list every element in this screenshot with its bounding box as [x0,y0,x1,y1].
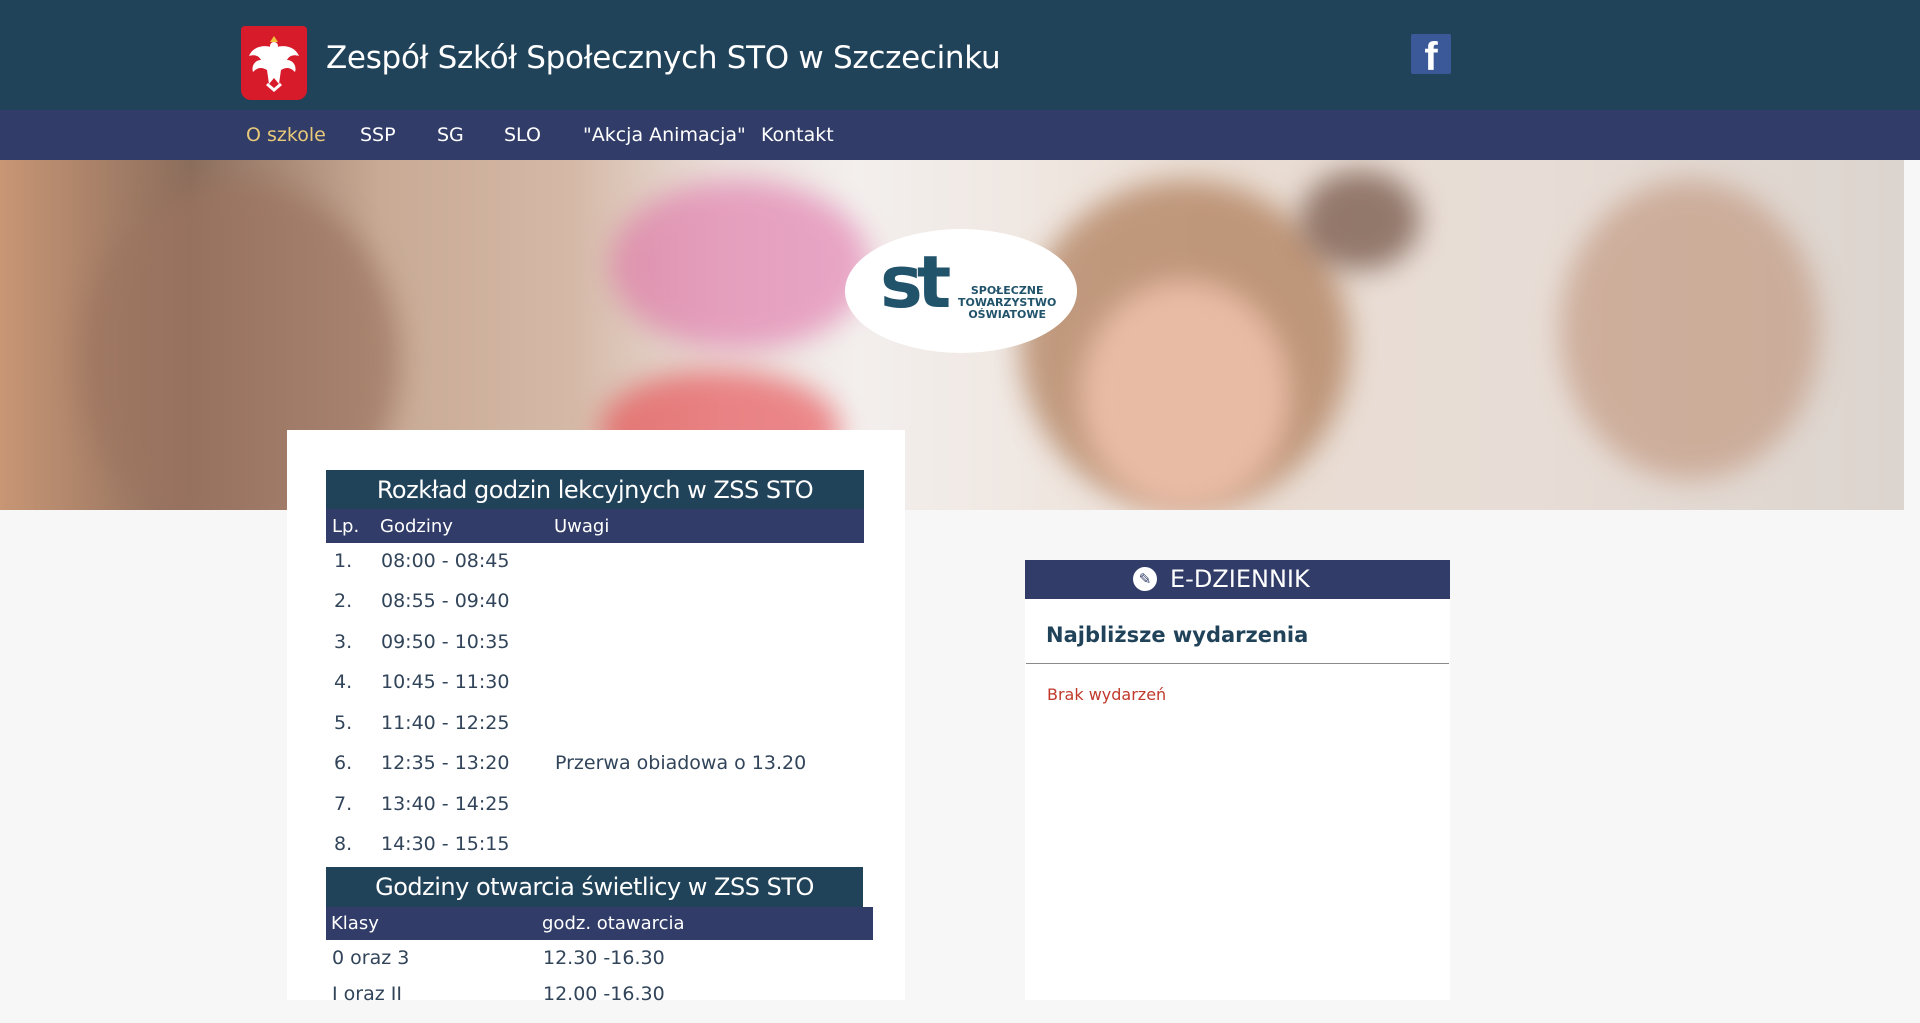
nav-item-slo[interactable]: SLO [504,124,541,146]
row-hours: 08:00 - 08:45 [381,550,510,572]
events-title: Najbliższe wydarzenia [1046,623,1309,647]
row-notes: Przerwa obiadowa o 13.20 [555,752,807,774]
polish-eagle-emblem-icon[interactable] [241,26,307,100]
table-row: 7. 13:40 - 14:25 [326,793,886,833]
row-hours: 08:55 - 09:40 [381,590,510,612]
sto-logo-line: OŚWIATOWE [968,308,1046,321]
schedule-header: Lp. Godziny Uwagi [326,509,864,543]
table-row: 1. 08:00 - 08:45 [326,550,886,590]
daycare-row-hours: 12.00 -16.30 [543,983,665,1005]
schedule-header-hours: Godziny [380,516,453,537]
row-lp: 4. [334,671,353,693]
row-lp: 3. [334,631,353,653]
site-header: Zespół Szkół Społecznych STO w Szczecink… [0,0,1920,110]
row-hours: 13:40 - 14:25 [381,793,510,815]
row-hours: 12:35 - 13:20 [381,752,510,774]
daycare-header-hours: godz. otawarcia [542,913,685,934]
hero-photo-shape [1560,180,1820,480]
table-row: 0 oraz 3 12.30 -16.30 [326,947,886,987]
nav-item-kontakt[interactable]: Kontakt [761,124,834,146]
ediary-label: E-DZIENNIK [1170,565,1310,593]
nav-item-o-szkole[interactable]: O szkole [246,124,326,146]
row-lp: 8. [334,833,353,855]
sto-logo-letters: st [880,240,951,324]
hero-photo-shape [610,180,870,350]
main-nav: O szkole SSP SG SLO "Akcja Animacja" Kon… [0,110,1920,160]
table-row: 3. 09:50 - 10:35 [326,631,886,671]
pencil-icon: ✎ [1133,567,1157,591]
nav-item-akcja-animacja[interactable]: "Akcja Animacja" [583,124,746,146]
site-title[interactable]: Zespół Szkół Społecznych STO w Szczecink… [326,40,1001,76]
table-row: 2. 08:55 - 09:40 [326,590,886,630]
hero-photo-shape [1300,170,1420,270]
schedule-header-lp: Lp. [332,516,360,537]
events-empty-message: Brak wydarzeń [1047,685,1167,704]
sto-logo-text: SPOŁECZNE TOWARZYSTWO OŚWIATOWE [958,285,1056,321]
daycare-row-classes: 0 oraz 3 [332,947,410,969]
daycare-title: Godziny otwarcia świetlicy w ZSS STO [326,867,863,907]
nav-item-ssp[interactable]: SSP [360,124,396,146]
row-hours: 14:30 - 15:15 [381,833,510,855]
schedule-title: Rozkład godzin lekcyjnych w ZSS STO [326,470,864,509]
row-hours: 09:50 - 10:35 [381,631,510,653]
daycare-row-classes: I oraz II [332,983,402,1005]
table-row: I oraz II 12.00 -16.30 [326,983,886,1023]
row-lp: 6. [334,752,353,774]
hero-photo-shape [1080,280,1290,510]
row-lp: 7. [334,793,353,815]
daycare-header: Klasy godz. otawarcia [326,907,873,940]
table-row: 5. 11:40 - 12:25 [326,712,886,752]
row-lp: 1. [334,550,353,572]
facebook-icon[interactable]: f [1411,34,1451,74]
row-hours: 10:45 - 11:30 [381,671,510,693]
row-lp: 5. [334,712,353,734]
table-row: 4. 10:45 - 11:30 [326,671,886,711]
row-hours: 11:40 - 12:25 [381,712,510,734]
nav-item-sg[interactable]: SG [437,124,464,146]
schedule-header-notes: Uwagi [554,516,610,537]
events-divider [1026,663,1449,664]
ediary-button[interactable]: ✎ E-DZIENNIK [1025,560,1450,599]
daycare-row-hours: 12.30 -16.30 [543,947,665,969]
daycare-header-classes: Klasy [331,913,379,934]
row-lp: 2. [334,590,353,612]
table-row: 6. 12:35 - 13:20 Przerwa obiadowa o 13.2… [326,752,886,792]
